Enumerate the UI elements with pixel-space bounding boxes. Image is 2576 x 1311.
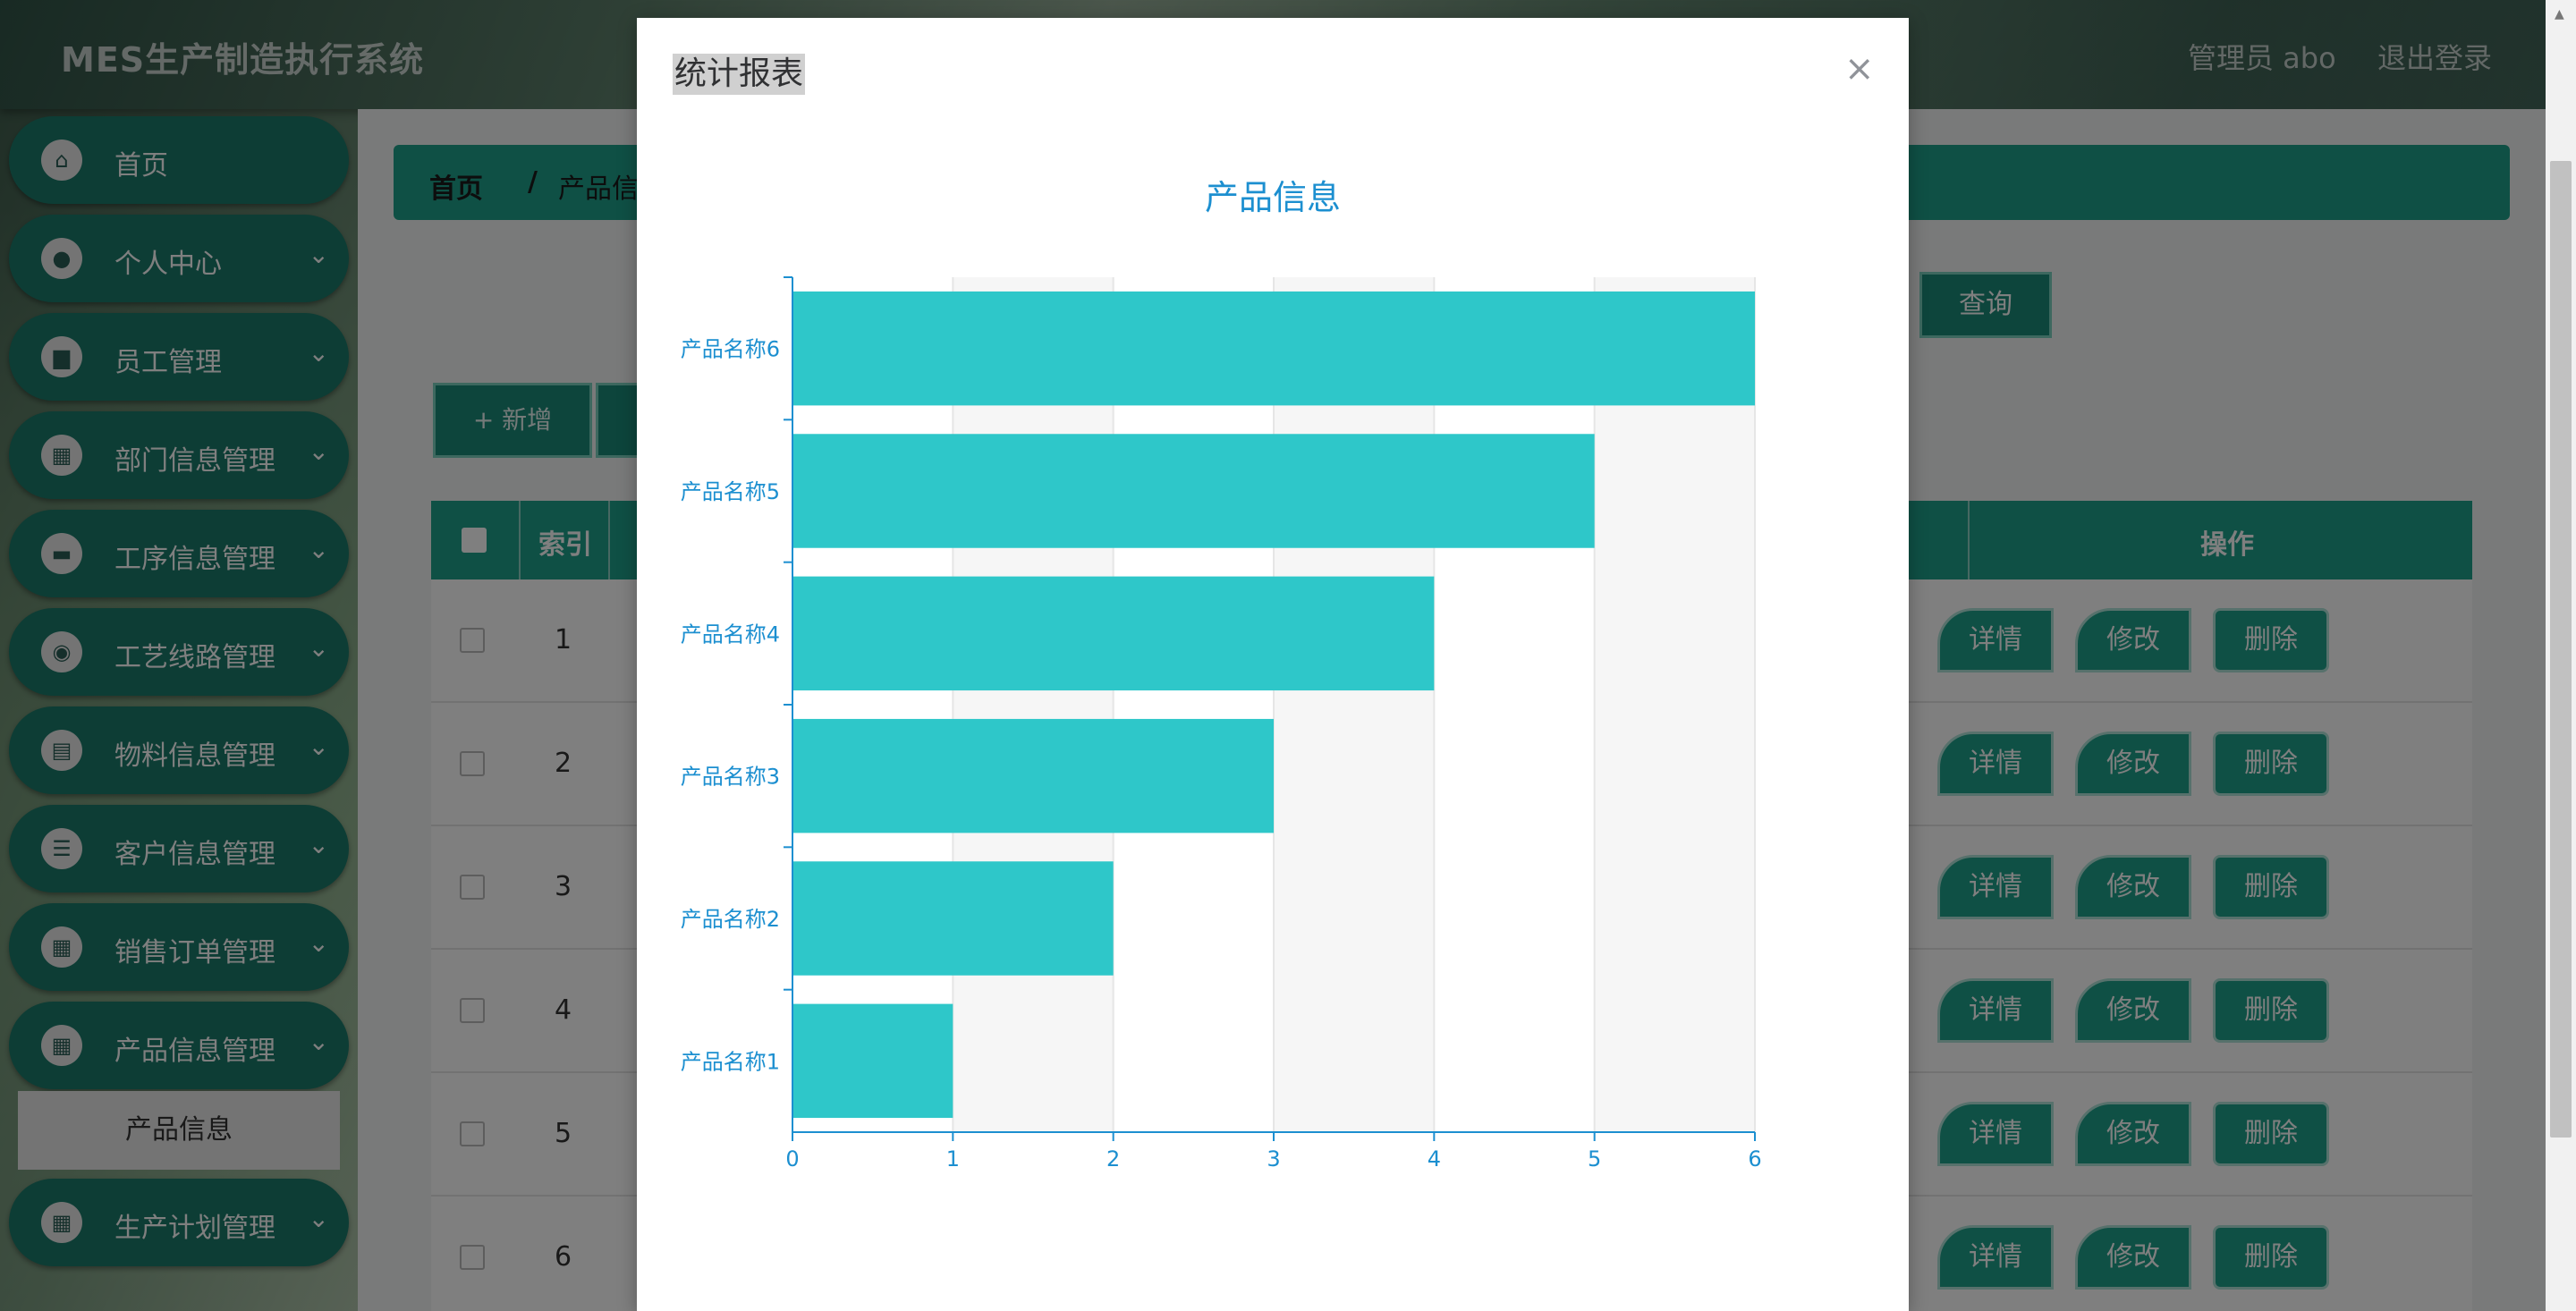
y-tick-label: 产品名称3 xyxy=(681,765,780,790)
x-tick-label: 1 xyxy=(946,1146,960,1171)
bar-2 xyxy=(792,861,1114,976)
x-tick-label: 2 xyxy=(1106,1146,1120,1171)
bar-4 xyxy=(792,576,1435,691)
x-tick-label: 4 xyxy=(1428,1146,1441,1171)
y-tick-label: 产品名称4 xyxy=(681,622,780,647)
scroll-up-arrow-icon[interactable]: ▲ xyxy=(2555,7,2564,21)
y-tick-label: 产品名称6 xyxy=(681,337,780,362)
x-tick-label: 3 xyxy=(1267,1146,1280,1171)
bar-3 xyxy=(792,718,1274,833)
y-tick-label: 产品名称5 xyxy=(681,479,780,504)
stats-report-dialog: 统计报表 × 产品信息 产品名称1 产品名称2 产品名称3 产品名称4 产品名称5 产品名… xyxy=(637,18,1909,1311)
x-tick-label: 0 xyxy=(785,1146,799,1171)
bar-chart: 产品名称1 产品名称2 产品名称3 产品名称4 产品名称5 产品名称6 0 1 2 3 4 5 6 xyxy=(681,276,1762,1171)
x-tick-label: 6 xyxy=(1748,1146,1761,1171)
scrollbar-thumb[interactable] xyxy=(2550,161,2572,1138)
x-tick-label: 5 xyxy=(1588,1146,1601,1171)
y-tick-label: 产品名称2 xyxy=(681,907,780,932)
y-tick-label: 产品名称1 xyxy=(681,1049,780,1074)
bar-5 xyxy=(792,434,1595,548)
bar-1 xyxy=(792,1003,953,1119)
bar-6 xyxy=(792,291,1755,406)
